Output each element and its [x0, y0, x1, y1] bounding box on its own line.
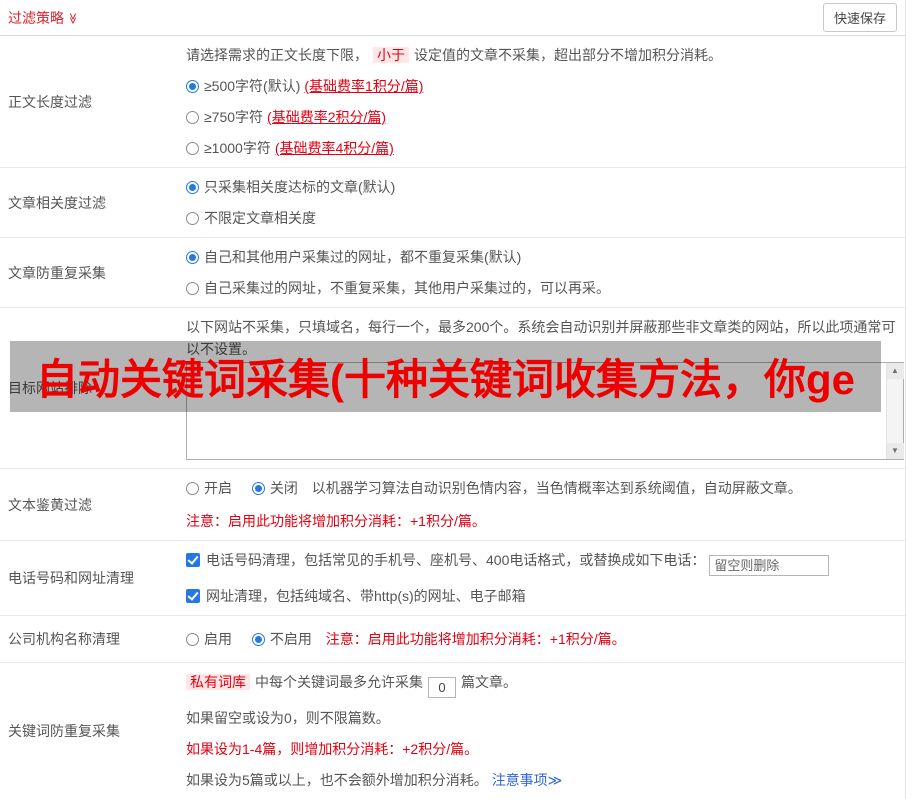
row-label: 文章相关度过滤 — [0, 168, 178, 237]
body-length-intro: 请选择需求的正文长度下限，小于设定值的文章不采集，超出部分不增加积分消耗。 — [186, 44, 903, 66]
porn-filter-off-option[interactable]: 关闭 — [252, 480, 298, 496]
porn-filter-on-option[interactable]: 开启 — [186, 480, 232, 496]
length-option-500[interactable]: ≥500字符(默认)(基础费率1积分/篇) — [186, 75, 903, 97]
scroll-up-icon[interactable]: ▲ — [887, 363, 904, 379]
company-clean-on-option[interactable]: 启用 — [186, 631, 232, 647]
textarea-scrollbar[interactable]: ▲ ▼ — [886, 363, 903, 459]
row-content: 只采集相关度达标的文章(默认) 不限定文章相关度 — [178, 168, 905, 237]
less-than-highlight: 小于 — [373, 47, 409, 63]
row-content: 自己和其他用户采集过的网址，都不重复采集(默认) 自己采集过的网址，不重复采集，… — [178, 238, 905, 307]
row-keyword-dedup: 关键词防重复采集 私有词库中每个关键词最多允许采集篇文章。 如果留空或设为0，则… — [0, 663, 905, 799]
row-content: 私有词库中每个关键词最多允许采集篇文章。 如果留空或设为0，则不限篇数。 如果设… — [178, 663, 905, 799]
keyword-note-1-4: 如果设为1-4篇，则增加积分消耗：+2积分/篇。 — [186, 738, 903, 760]
dedup-option-self[interactable]: 自己采集过的网址，不重复采集，其他用户采集过的，可以再采。 — [186, 277, 903, 299]
fee-note: (基础费率2积分/篇) — [267, 109, 386, 125]
row-content: 开启 关闭 以机器学习算法自动识别色情内容，当色情概率达到系统阈值，自动屏蔽文章… — [178, 469, 905, 540]
company-clean-note: 注意：启用此功能将增加积分消耗：+1积分/篇。 — [326, 631, 626, 647]
notice-link[interactable]: 注意事项≫ — [492, 772, 563, 788]
row-label: 公司机构名称清理 — [0, 616, 178, 662]
length-option-1000[interactable]: ≥1000字符(基础费率4积分/篇) — [186, 137, 903, 159]
radio-icon[interactable] — [186, 633, 199, 646]
row-company-clean: 公司机构名称清理 启用 不启用 注意：启用此功能将增加积分消耗：+1积分/篇。 — [0, 616, 905, 663]
radio-icon[interactable] — [186, 482, 199, 495]
relevance-option-any[interactable]: 不限定文章相关度 — [186, 207, 903, 229]
row-content: 电话号码清理，包括常见的手机号、座机号、400电话格式，或替换成如下电话： 网址… — [178, 541, 905, 615]
fee-note: (基础费率4积分/篇) — [275, 140, 394, 156]
promo-overlay-text: 自动关键词采集(十种关键词收集方法，你ge — [10, 346, 855, 407]
row-label: 关键词防重复采集 — [0, 663, 178, 799]
page-title[interactable]: 过滤策略 ≫ — [8, 8, 79, 28]
row-relevance-filter: 文章相关度过滤 只采集相关度达标的文章(默认) 不限定文章相关度 — [0, 168, 905, 238]
row-label: 文本鉴黄过滤 — [0, 469, 178, 540]
radio-icon[interactable] — [186, 212, 199, 225]
checkbox-checked-icon[interactable] — [186, 553, 200, 567]
header-bar: 过滤策略 ≫ 快速保存 — [0, 0, 905, 36]
row-article-dedup: 文章防重复采集 自己和其他用户采集过的网址，都不重复采集(默认) 自己采集过的网… — [0, 238, 905, 308]
collapse-chevron-icon: ≫ — [66, 13, 79, 25]
scroll-down-icon[interactable]: ▼ — [887, 443, 904, 459]
promo-overlay-banner: 自动关键词采集(十种关键词收集方法，你ge — [10, 341, 881, 412]
radio-selected-icon[interactable] — [186, 251, 199, 264]
row-content: 启用 不启用 注意：启用此功能将增加积分消耗：+1积分/篇。 — [178, 616, 905, 662]
fee-note: (基础费率1积分/篇) — [304, 78, 423, 94]
page-title-text: 过滤策略 — [8, 8, 64, 28]
row-phone-url-clean: 电话号码和网址清理 电话号码清理，包括常见的手机号、座机号、400电话格式，或替… — [0, 541, 905, 616]
keyword-note-5plus: 如果设为5篇或以上，也不会额外增加积分消耗。 注意事项≫ — [186, 769, 903, 791]
row-label: 正文长度过滤 — [0, 36, 178, 167]
radio-icon[interactable] — [186, 142, 199, 155]
radio-selected-icon[interactable] — [186, 181, 199, 194]
radio-selected-icon[interactable] — [252, 633, 265, 646]
row-body-length-filter: 正文长度过滤 请选择需求的正文长度下限，小于设定值的文章不采集，超出部分不增加积… — [0, 36, 905, 168]
private-lexicon-highlight: 私有词库 — [186, 674, 250, 690]
checkbox-checked-icon[interactable] — [186, 589, 200, 603]
url-clean-option[interactable]: 网址清理，包括纯域名、带http(s)的网址、电子邮箱 — [186, 585, 903, 607]
keyword-limit-input[interactable] — [428, 677, 456, 698]
company-clean-off-option[interactable]: 不启用 — [252, 631, 312, 647]
relevance-option-strict[interactable]: 只采集相关度达标的文章(默认) — [186, 176, 903, 198]
radio-selected-icon[interactable] — [186, 80, 199, 93]
length-option-750[interactable]: ≥750字符(基础费率2积分/篇) — [186, 106, 903, 128]
row-label: 电话号码和网址清理 — [0, 541, 178, 615]
keyword-note-zero: 如果留空或设为0，则不限篇数。 — [186, 707, 903, 729]
phone-clean-option[interactable]: 电话号码清理，包括常见的手机号、座机号、400电话格式，或替换成如下电话： — [186, 549, 903, 576]
dedup-option-global[interactable]: 自己和其他用户采集过的网址，都不重复采集(默认) — [186, 246, 903, 268]
keyword-limit-line: 私有词库中每个关键词最多允许采集篇文章。 — [186, 671, 903, 698]
radio-icon[interactable] — [186, 111, 199, 124]
row-content: 请选择需求的正文长度下限，小于设定值的文章不采集，超出部分不增加积分消耗。 ≥5… — [178, 36, 905, 167]
quick-save-button[interactable]: 快速保存 — [823, 3, 897, 32]
porn-filter-desc: 以机器学习算法自动识别色情内容，当色情概率达到系统阈值，自动屏蔽文章。 — [312, 480, 802, 496]
replacement-phone-input[interactable] — [709, 555, 829, 576]
porn-filter-note: 注意：启用此功能将增加积分消耗：+1积分/篇。 — [186, 510, 903, 532]
radio-selected-icon[interactable] — [252, 482, 265, 495]
row-label: 文章防重复采集 — [0, 238, 178, 307]
row-porn-filter: 文本鉴黄过滤 开启 关闭 以机器学习算法自动识别色情内容，当色情概率达到系统阈值… — [0, 469, 905, 541]
radio-icon[interactable] — [186, 282, 199, 295]
